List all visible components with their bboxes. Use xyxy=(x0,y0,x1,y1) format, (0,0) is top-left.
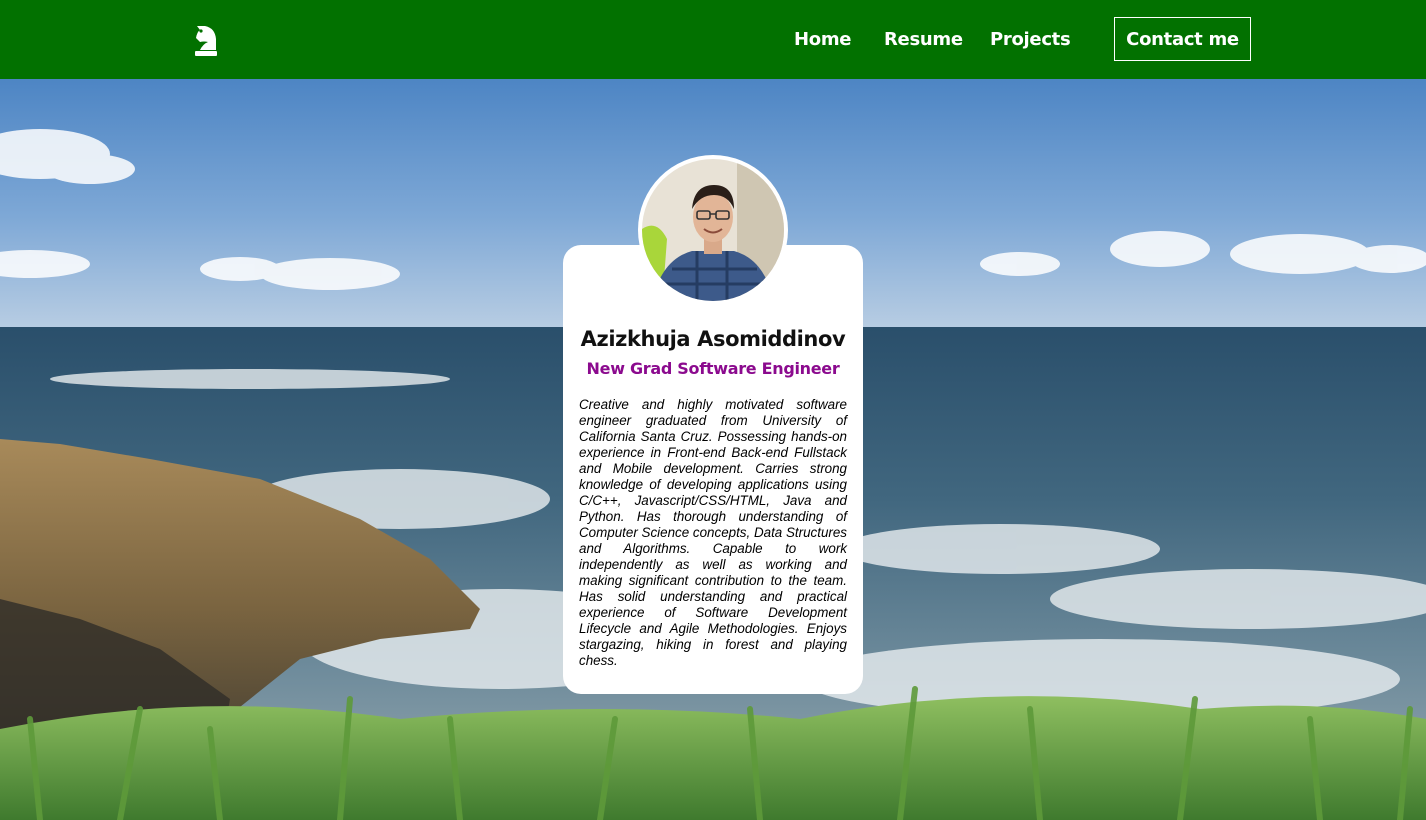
avatar xyxy=(638,155,788,305)
page: Home Resume Projects Contact me Azizkhuj… xyxy=(0,0,1426,820)
chess-knight-icon[interactable] xyxy=(191,22,221,58)
contact-button[interactable]: Contact me xyxy=(1114,17,1251,61)
profile-title: New Grad Software Engineer xyxy=(586,359,840,378)
nav-link-home[interactable]: Home xyxy=(794,28,852,52)
profile-bio: Creative and highly motivated software e… xyxy=(579,397,847,668)
nav-link-projects[interactable]: Projects xyxy=(990,28,1071,52)
navbar: Home Resume Projects Contact me xyxy=(0,0,1426,79)
profile-name: Azizkhuja Asomiddinov xyxy=(580,327,846,351)
nav-link-resume[interactable]: Resume xyxy=(884,28,963,52)
